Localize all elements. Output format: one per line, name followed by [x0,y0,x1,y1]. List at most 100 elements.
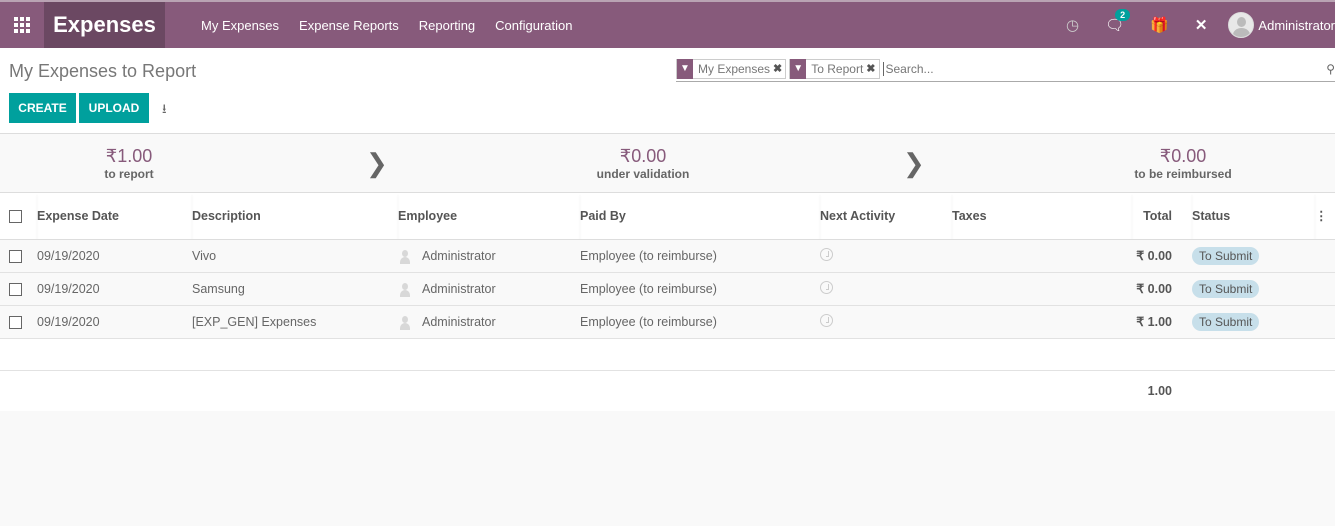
summary-label: to report [104,167,154,181]
systray: ◷ 🗨 2 🎁 ✕ Administrator [1053,2,1335,48]
cell-status: To Submit [1192,272,1315,305]
row-checkbox[interactable] [9,249,22,263]
col-paid-by[interactable]: Paid By [580,193,820,240]
search-facet: ▼ To Report ✖ [789,58,880,79]
summary-to-be-reimbursed[interactable]: ₹0.00 to be reimbursed [1124,146,1242,181]
col-next-activity[interactable]: Next Activity [820,193,952,240]
activity-clock-icon[interactable] [820,313,833,327]
chevron-right-icon: ❯ [903,148,925,178]
cell-date: 09/19/2020 [37,281,100,296]
menu-configuration[interactable]: Configuration [495,18,572,33]
cell-date: 09/19/2020 [37,314,100,329]
filter-icon: ▼ [677,58,693,79]
activity-clock-icon[interactable] [820,280,833,294]
cell-employee: Administrator [398,305,580,338]
expense-summary: ₹1.00 to report ❯ ₹0.00 under validation… [0,134,1335,193]
status-badge: To Submit [1192,279,1260,298]
cell-status: To Submit [1192,239,1315,272]
summary-to-report[interactable]: ₹1.00 to report [83,146,175,181]
menu-my-expenses[interactable]: My Expenses [201,18,279,33]
col-employee[interactable]: Employee [398,193,580,240]
activity-clock-icon[interactable] [820,247,833,261]
summary-label: under validation [596,167,690,181]
cell-employee: Administrator [398,239,580,272]
cell-description: Vivo [192,248,217,263]
optional-columns-icon[interactable]: ⋮ [1315,193,1335,240]
control-panel: My Expenses to Report CREATE UPLOAD ⭳ ▼ … [0,48,1335,171]
employee-name: Administrator [422,281,496,296]
apps-menu-button[interactable] [0,2,44,48]
cell-description: [EXP_GEN] Expenses [192,314,317,329]
remove-facet-icon[interactable]: ✖ [773,62,785,75]
user-name[interactable]: Administrator [1258,18,1335,33]
col-description[interactable]: Description [192,193,398,240]
download-icon[interactable]: ⭳ [162,100,167,122]
grid-icon [14,17,30,33]
col-expense-date[interactable]: Expense Date [37,193,192,240]
col-total[interactable]: Total [1132,193,1192,240]
select-all-checkbox-cell [0,193,37,240]
table-row[interactable]: 09/19/2020 [EXP_GEN] Expenses Administra… [0,305,1335,338]
cell-employee: Administrator [398,272,580,305]
cell-next-activity [820,272,952,305]
activity-clock-icon[interactable]: ◷ [1066,16,1079,34]
cell-total: ₹ 0.00 [1136,249,1172,263]
select-all-checkbox[interactable] [9,209,22,223]
cell-taxes [952,239,1132,272]
cell-taxes [952,272,1132,305]
search-icon[interactable]: ⚲ [1326,62,1335,76]
cell-paid-by: Employee (to reimburse) [580,281,717,296]
tools-icon[interactable]: ✕ [1195,16,1208,34]
menu-expense-reports[interactable]: Expense Reports [299,18,399,33]
cell-next-activity [820,239,952,272]
status-badge: To Submit [1192,312,1260,331]
facet-label: To Report [811,61,864,76]
cell-status: To Submit [1192,305,1315,338]
cell-paid-by: Employee (to reimburse) [580,314,717,329]
summary-amount: ₹0.00 [1159,146,1207,166]
table-header: Expense Date Description Employee Paid B… [0,193,1335,240]
table-row[interactable]: 09/19/2020 Vivo Administrator Employee (… [0,239,1335,272]
search-facet: ▼ My Expenses ✖ [676,58,787,79]
footer-total: 1.00 [1147,383,1172,398]
employee-name: Administrator [422,248,496,263]
cell-total: ₹ 1.00 [1136,315,1172,329]
cell-taxes [952,305,1132,338]
col-taxes[interactable]: Taxes [952,193,1132,240]
user-avatar[interactable] [1228,12,1255,38]
top-navbar: Expenses My Expenses Expense Reports Rep… [0,0,1335,48]
search-bar: ▼ My Expenses ✖ ▼ To Report ✖ ⚲ [676,56,1335,82]
upload-button[interactable]: UPLOAD [79,93,149,123]
page-title: My Expenses to Report [9,61,197,81]
table-row[interactable]: 09/19/2020 Samsung Administrator Employe… [0,272,1335,305]
summary-amount: ₹0.00 [619,146,667,166]
row-checkbox[interactable] [9,282,22,296]
col-status[interactable]: Status [1192,193,1315,240]
remove-facet-icon[interactable]: ✖ [866,62,878,75]
cell-next-activity [820,305,952,338]
cell-description: Samsung [192,281,245,296]
search-input[interactable] [882,61,1283,76]
cell-total: ₹ 0.00 [1136,282,1172,296]
summary-amount: ₹1.00 [105,146,153,166]
gift-icon[interactable]: 🎁 [1150,16,1169,34]
app-brand[interactable]: Expenses [44,2,165,48]
table-footer: 1.00 [0,370,1335,411]
status-badge: To Submit [1192,246,1260,265]
employee-name: Administrator [422,314,496,329]
employee-avatar-icon [398,248,412,264]
menu-reporting[interactable]: Reporting [419,18,475,33]
messages-badge: 2 [1115,9,1131,21]
chevron-right-icon: ❯ [366,148,388,178]
summary-under-validation[interactable]: ₹0.00 under validation [588,146,698,181]
employee-avatar-icon [398,281,412,297]
create-button[interactable]: CREATE [9,93,76,123]
cell-date: 09/19/2020 [37,248,100,263]
row-checkbox[interactable] [9,315,22,329]
employee-avatar-icon [398,314,412,330]
facet-label: My Expenses [698,61,771,76]
summary-label: to be reimbursed [1134,167,1232,181]
empty-row [0,338,1335,370]
filter-icon: ▼ [790,58,807,79]
messages-icon[interactable]: 🗨 2 [1105,9,1131,34]
